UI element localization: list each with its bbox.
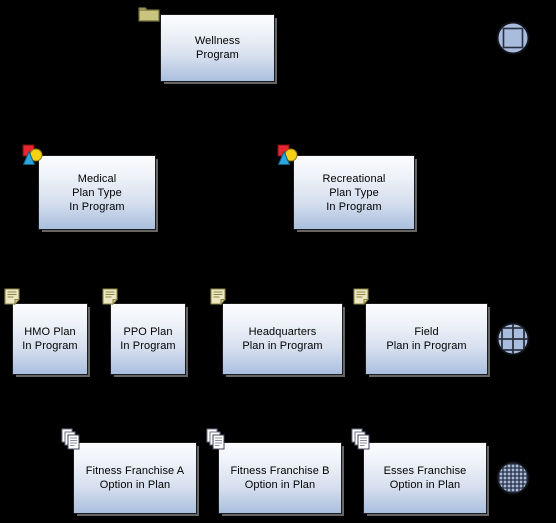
scroll-icon	[208, 287, 228, 307]
pages-icon	[60, 428, 82, 450]
globe-fine-grid-icon[interactable]	[496, 461, 530, 500]
node-label: Wellness Program	[194, 35, 241, 61]
diagram-canvas: Wellness Program Medical Plan Type In Pr…	[0, 0, 556, 523]
node-label: Esses Franchise Option in Plan	[383, 465, 467, 491]
folder-icon	[138, 5, 160, 22]
edge-bus-field	[134, 417, 426, 440]
shapes-icon	[20, 144, 44, 168]
pages-icon	[205, 428, 227, 450]
node-label: PPO Plan In Program	[120, 326, 176, 352]
edge-bus-level1	[96, 119, 339, 152]
node-esses-franchise-option-in-plan[interactable]: Esses Franchise Option in Plan	[363, 442, 487, 514]
node-wellness-program[interactable]: Wellness Program	[160, 14, 275, 82]
shapes-icon	[275, 144, 299, 168]
node-label: Field Plan in Program	[386, 326, 467, 352]
node-label: Medical Plan Type In Program	[69, 172, 125, 213]
node-label: Fitness Franchise B Option in Plan	[230, 465, 330, 491]
scroll-icon	[2, 287, 22, 307]
node-medical-plan-type-in-program[interactable]: Medical Plan Type In Program	[38, 155, 156, 230]
node-label: Fitness Franchise A Option in Plan	[85, 465, 185, 491]
edge-bus-medical	[49, 264, 149, 301]
circle-square-icon[interactable]	[496, 21, 530, 60]
node-label: Recreational Plan Type In Program	[322, 172, 386, 213]
node-headquarters-plan-in-program[interactable]: Headquarters Plan in Program	[222, 303, 343, 375]
node-hmo-plan-in-program[interactable]: HMO Plan In Program	[12, 303, 88, 375]
node-fitness-franchise-b-option-in-plan[interactable]: Fitness Franchise B Option in Plan	[218, 442, 342, 514]
scroll-icon	[351, 287, 371, 307]
pages-icon	[350, 428, 372, 450]
node-ppo-plan-in-program[interactable]: PPO Plan In Program	[110, 303, 186, 375]
node-fitness-franchise-a-option-in-plan[interactable]: Fitness Franchise A Option in Plan	[73, 442, 197, 514]
scroll-icon	[100, 287, 120, 307]
node-field-plan-in-program[interactable]: Field Plan in Program	[365, 303, 488, 375]
globe-grid-icon[interactable]	[496, 322, 530, 361]
node-label: HMO Plan In Program	[22, 326, 78, 352]
node-recreational-plan-type-in-program[interactable]: Recreational Plan Type In Program	[293, 155, 415, 230]
node-label: Headquarters Plan in Program	[242, 326, 323, 352]
